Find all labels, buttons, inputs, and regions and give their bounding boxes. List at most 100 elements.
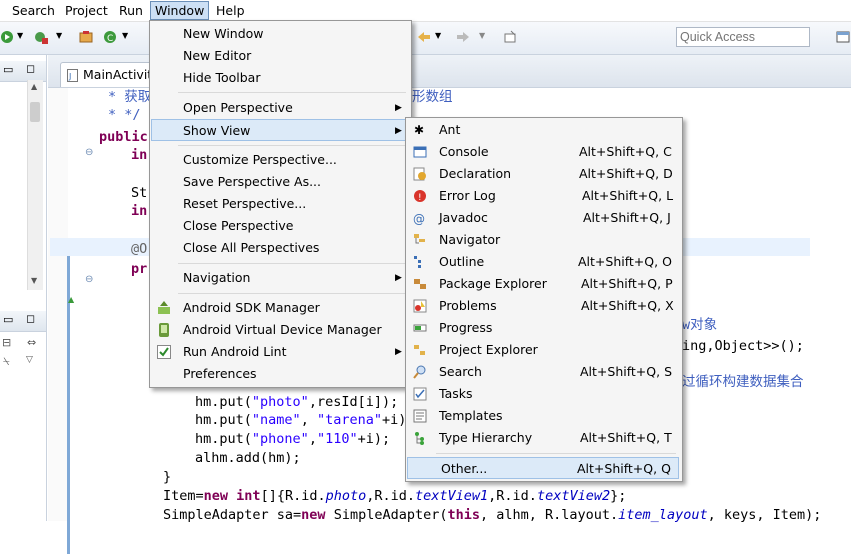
menu-item-navigation[interactable]: Navigation ▶: [151, 267, 410, 289]
back-dropdown-icon[interactable]: ▼: [435, 31, 441, 40]
view-menu-icon[interactable]: ▽: [26, 355, 33, 365]
code-line: @O: [131, 241, 148, 257]
menu-separator: [178, 263, 406, 264]
menu-separator: [436, 453, 676, 454]
change-marker: [67, 242, 70, 554]
maximize-icon[interactable]: ◻: [26, 312, 35, 325]
menu-window[interactable]: Window: [150, 1, 210, 20]
menu-separator: [178, 293, 406, 294]
menu-item-customize-perspective[interactable]: Customize Perspective...: [151, 149, 410, 171]
submenu-arrow-icon: ▶: [395, 103, 402, 113]
type-hierarchy-icon: [415, 432, 424, 445]
code-line: in: [131, 203, 148, 219]
scroll-thumb[interactable]: [30, 102, 40, 122]
fold-icon[interactable]: ⊖: [85, 147, 93, 158]
override-marker-icon: ▲: [68, 295, 75, 304]
run-dropdown-icon[interactable]: ▼: [17, 31, 23, 40]
minimize-icon[interactable]: ▭: [3, 313, 13, 326]
menu-item-android-sdk-manager[interactable]: Android SDK Manager: [151, 297, 410, 319]
submenu-arrow-icon: ▶: [395, 347, 402, 357]
svg-text:J: J: [68, 72, 71, 81]
fold-icon[interactable]: ⊖: [85, 274, 93, 285]
menu-item-javadoc[interactable]: @ Javadoc Alt+Shift+Q, J: [407, 207, 681, 229]
lint-check-icon: [157, 345, 171, 359]
menu-item-other[interactable]: Other... Alt+Shift+Q, Q: [407, 457, 679, 479]
pin-editor-icon[interactable]: [503, 30, 517, 44]
top-view-header: ▭ ◻: [0, 61, 46, 82]
scroll-down-icon[interactable]: ▼: [31, 276, 37, 285]
editor-tab-mainactivity[interactable]: J MainActivity: [60, 62, 160, 87]
menu-item-close-perspective[interactable]: Close Perspective: [151, 215, 410, 237]
tasks-icon: [413, 387, 427, 401]
menu-item-console[interactable]: Console Alt+Shift+Q, C: [407, 141, 681, 163]
code-line: alhm.add(hm);: [195, 450, 301, 466]
menu-item-search[interactable]: Search Alt+Shift+Q, S: [407, 361, 681, 383]
external-tools-dropdown-icon[interactable]: ▼: [56, 31, 62, 40]
back-icon[interactable]: [417, 30, 431, 44]
open-perspective-icon[interactable]: [836, 30, 850, 44]
menu-item-declaration[interactable]: Declaration Alt+Shift+Q, D: [407, 163, 681, 185]
maximize-icon[interactable]: ◻: [26, 62, 35, 75]
menu-item-show-view[interactable]: Show View ▶: [151, 119, 410, 141]
outline-icon: [414, 256, 421, 268]
forward-icon[interactable]: [456, 30, 470, 44]
code-line-tail: 过循环构建数据集合: [682, 374, 804, 390]
menu-item-save-perspective-as[interactable]: Save Perspective As...: [151, 171, 410, 193]
minimize-icon[interactable]: ▭: [3, 63, 13, 76]
code-line: pr: [131, 261, 148, 277]
code-line: * 获取: [108, 89, 152, 105]
menu-item-templates[interactable]: Templates: [407, 405, 681, 427]
menu-item-outline[interactable]: Outline Alt+Shift+Q, O: [407, 251, 681, 273]
menu-item-package-explorer[interactable]: Package Explorer Alt+Shift+Q, P: [407, 273, 681, 295]
quick-access-input[interactable]: [676, 27, 810, 47]
progress-icon: [413, 324, 427, 332]
menu-run[interactable]: Run: [115, 2, 147, 19]
menu-bar: Search Project Run Window Help: [0, 0, 851, 22]
code-line: in: [131, 147, 148, 163]
menu-help[interactable]: Help: [212, 2, 249, 19]
menu-item-new-window[interactable]: New Window: [151, 23, 410, 45]
menu-item-type-hierarchy[interactable]: Type Hierarchy Alt+Shift+Q, T: [407, 427, 681, 449]
menu-item-close-all-perspectives[interactable]: Close All Perspectives: [151, 237, 410, 259]
menu-item-open-perspective[interactable]: Open Perspective ▶: [151, 97, 410, 119]
menu-item-hide-toolbar[interactable]: Hide Toolbar: [151, 67, 410, 89]
left-pane-scrollbar[interactable]: ▲ ▼: [27, 80, 43, 290]
scroll-up-icon[interactable]: ▲: [31, 82, 37, 91]
menu-item-progress[interactable]: Progress: [407, 317, 681, 339]
svg-text:!: !: [418, 193, 422, 203]
run-icon[interactable]: [0, 30, 14, 44]
menu-search[interactable]: Search: [8, 2, 59, 19]
menu-item-problems[interactable]: Problems Alt+Shift+Q, X: [407, 295, 681, 317]
code-line-tail: 形数组: [412, 89, 453, 105]
search-icon: [413, 365, 426, 379]
code-line: hm.put("name", "tarena"+i): [195, 412, 407, 428]
collapse-all-icon[interactable]: ⊟: [2, 336, 11, 349]
package-explorer-icon: [414, 279, 426, 289]
new-class-dropdown-icon[interactable]: ▼: [122, 31, 128, 40]
menu-item-preferences[interactable]: Preferences: [151, 363, 410, 385]
link-with-editor-icon[interactable]: ⇔: [27, 336, 36, 349]
menu-item-error-log[interactable]: ! Error Log Alt+Shift+Q, L: [407, 185, 681, 207]
navigator-icon: [414, 234, 425, 244]
build-icon[interactable]: [79, 30, 93, 44]
forward-dropdown-icon[interactable]: ▼: [479, 31, 485, 40]
android-sdk-manager-icon: [158, 301, 170, 314]
ant-icon: ✱: [414, 123, 425, 137]
new-class-icon[interactable]: C: [103, 30, 117, 44]
show-view-submenu: ✱ Ant Console Alt+Shift+Q, C Declaration A…: [405, 117, 683, 482]
code-line: }: [163, 469, 172, 485]
menu-item-run-android-lint[interactable]: Run Android Lint ▶: [151, 341, 410, 363]
menu-item-project-explorer[interactable]: Project Explorer: [407, 339, 681, 361]
menu-item-tasks[interactable]: Tasks: [407, 383, 681, 405]
declaration-icon: [413, 167, 426, 181]
menu-item-new-editor[interactable]: New Editor: [151, 45, 410, 67]
menu-project[interactable]: Project: [61, 2, 112, 19]
external-tools-icon[interactable]: [34, 30, 48, 44]
error-log-icon: !: [414, 190, 426, 203]
menu-separator: [178, 92, 406, 93]
menu-item-reset-perspective[interactable]: Reset Perspective...: [151, 193, 410, 215]
menu-item-android-avd-manager[interactable]: Android Virtual Device Manager: [151, 319, 410, 341]
menu-item-ant[interactable]: ✱ Ant: [407, 119, 681, 141]
filter-icon[interactable]: ⍀: [3, 355, 10, 369]
menu-item-navigator[interactable]: Navigator: [407, 229, 681, 251]
